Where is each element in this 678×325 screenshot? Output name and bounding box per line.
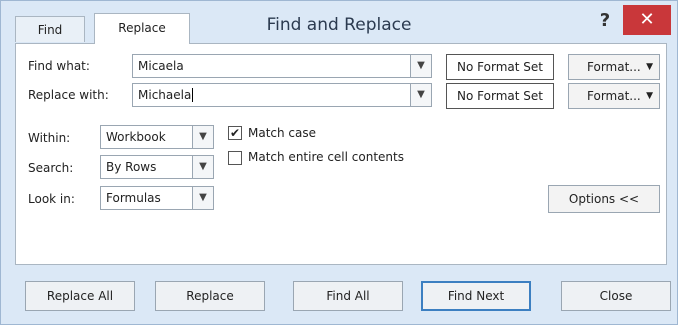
close-window-button[interactable]: ✕ <box>623 5 671 35</box>
find-what-combobox[interactable]: Micaela ▼ <box>132 54 432 78</box>
match-entire-cell-label[interactable]: Match entire cell contents <box>248 150 404 164</box>
replace-format-button-label: Format... <box>587 89 641 103</box>
look-in-label: Look in: <box>28 192 75 206</box>
tab-find-label: Find <box>37 23 63 37</box>
look-in-value: Formulas <box>106 191 161 205</box>
chevron-down-icon[interactable]: ▼ <box>410 54 432 78</box>
checkmark-icon: ✔ <box>229 126 241 140</box>
within-value: Workbook <box>106 130 166 144</box>
find-what-label: Find what: <box>28 59 90 73</box>
replace-format-status: No Format Set <box>446 83 554 109</box>
find-what-value: Micaela <box>138 59 184 73</box>
replace-tab-page: Find what: Micaela ▼ No Format Set Forma… <box>15 43 667 265</box>
options-button[interactable]: Options << <box>548 185 660 213</box>
search-label: Search: <box>28 161 74 175</box>
replace-all-button[interactable]: Replace All <box>25 281 135 311</box>
tab-replace[interactable]: Replace <box>94 13 190 44</box>
close-button[interactable]: Close <box>561 281 671 311</box>
search-select[interactable]: By Rows ▼ <box>100 155 214 179</box>
chevron-down-icon[interactable]: ▼ <box>192 125 214 149</box>
chevron-down-icon: ▼ <box>646 62 653 72</box>
replace-format-button[interactable]: Format... ▼ <box>568 83 660 109</box>
help-button[interactable]: ? <box>591 9 619 33</box>
replace-button[interactable]: Replace <box>155 281 265 311</box>
chevron-down-icon: ▼ <box>646 91 653 101</box>
replace-with-label: Replace with: <box>28 88 109 102</box>
match-case-checkbox[interactable]: ✔ <box>228 126 242 140</box>
find-all-button[interactable]: Find All <box>293 281 403 311</box>
replace-with-combobox[interactable]: Michaela ▼ <box>132 83 432 107</box>
find-next-button[interactable]: Find Next <box>421 281 531 311</box>
find-format-status: No Format Set <box>446 54 554 80</box>
find-format-button-label: Format... <box>587 60 641 74</box>
tab-find[interactable]: Find <box>15 16 85 42</box>
within-label: Within: <box>28 131 71 145</box>
replace-with-value: Michaela <box>138 88 192 102</box>
chevron-down-icon[interactable]: ▼ <box>410 83 432 107</box>
text-cursor <box>192 88 194 102</box>
look-in-select[interactable]: Formulas ▼ <box>100 186 214 210</box>
chevron-down-icon[interactable]: ▼ <box>192 155 214 179</box>
within-select[interactable]: Workbook ▼ <box>100 125 214 149</box>
find-format-button[interactable]: Format... ▼ <box>568 54 660 80</box>
match-case-label[interactable]: Match case <box>248 126 316 140</box>
find-replace-dialog: Find and Replace ? ✕ Find Replace Find w… <box>0 0 678 325</box>
chevron-down-icon[interactable]: ▼ <box>192 186 214 210</box>
tab-replace-label: Replace <box>118 21 166 35</box>
search-value: By Rows <box>106 160 157 174</box>
match-entire-cell-checkbox[interactable] <box>228 151 242 165</box>
